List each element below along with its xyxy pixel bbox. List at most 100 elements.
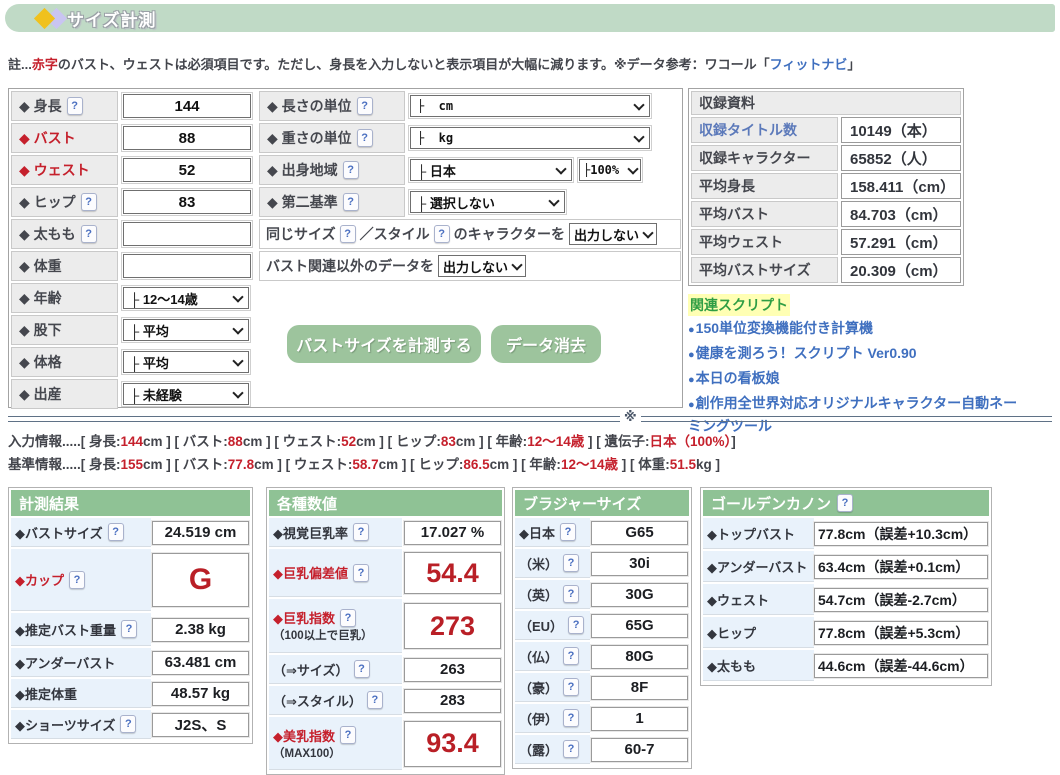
- height-help-button[interactable]: ?: [67, 97, 83, 115]
- bust-size-label: ◆バストサイズ?: [11, 518, 151, 547]
- bust-weight-help-button[interactable]: ?: [121, 620, 137, 638]
- second-standard-help-button[interactable]: ?: [343, 193, 359, 211]
- canon-underbust-label: ◆アンダーバスト: [703, 551, 814, 582]
- weight-input[interactable]: [123, 254, 251, 278]
- table-row: 平均ウェスト 57.291（cm）: [691, 229, 961, 255]
- index-help-button[interactable]: ?: [340, 609, 356, 627]
- same-size-text: 同じサイズ: [266, 224, 336, 244]
- index-style-help-button[interactable]: ?: [367, 691, 383, 709]
- measure-button[interactable]: バストサイズを計測する: [287, 325, 481, 363]
- bra-au-help-button[interactable]: ?: [563, 678, 579, 696]
- bra-uk-help-button[interactable]: ?: [563, 585, 579, 603]
- waist-row: ◆ ウェスト: [11, 155, 256, 185]
- weight-unit-row: ◆ 重さの単位? ├ kg: [259, 123, 681, 153]
- table-row: 平均身長 158.411（cm）: [691, 173, 961, 199]
- table-row: ◆アンダーバスト 63.4cm（誤差+0.1cm）: [703, 551, 989, 582]
- bra-it-help-button[interactable]: ?: [563, 709, 579, 727]
- avg-height-label: 平均身長: [691, 173, 838, 199]
- weight-unit-select[interactable]: ├ kg: [410, 127, 650, 149]
- bust-size-help-button[interactable]: ?: [108, 523, 124, 541]
- childbirth-select[interactable]: ├ 未経験: [123, 383, 249, 405]
- bust-input[interactable]: [123, 126, 251, 150]
- length-unit-help-button[interactable]: ?: [357, 97, 373, 115]
- weight-row: ◆ 体重: [11, 251, 256, 281]
- clear-button[interactable]: データ消去: [491, 325, 601, 363]
- related-link-naming-tool[interactable]: ●創作用全世界対応オリジナルキャラクター自動ネーミングツール: [688, 393, 1018, 437]
- thigh-help-button[interactable]: ?: [81, 225, 97, 243]
- canon-help-button[interactable]: ?: [837, 494, 853, 512]
- table-row: （露）? 60-7: [515, 735, 689, 764]
- thigh-row: ◆ 太もも?: [11, 219, 256, 249]
- bra-us-label: （米）?: [515, 549, 590, 578]
- same-size-help-button[interactable]: ?: [340, 225, 356, 243]
- bra-au-value: 8F: [591, 676, 688, 700]
- second-standard-row: ◆ 第二基準? ├ 選択しない: [259, 187, 681, 217]
- button-area: バストサイズを計測する データ消去: [259, 325, 681, 363]
- table-row: ◆バストサイズ? 24.519 cm: [11, 518, 250, 547]
- beauty-index-help-button[interactable]: ?: [340, 726, 356, 744]
- hip-label: ◆ ヒップ?: [11, 187, 118, 217]
- region-percent-select[interactable]: ├100%: [579, 159, 641, 181]
- age-select[interactable]: ├ 12〜14歳: [123, 287, 249, 309]
- inseam-label: ◆ 股下: [11, 315, 118, 345]
- inseam-row: ◆ 股下 ├ 平均: [11, 315, 256, 345]
- bra-jp-help-button[interactable]: ?: [560, 523, 576, 541]
- bra-au-label: （豪）?: [515, 673, 590, 702]
- inseam-select[interactable]: ├ 平均: [123, 319, 249, 341]
- index-size-help-button[interactable]: ?: [354, 660, 370, 678]
- avg-height-value: 158.411（cm）: [841, 173, 961, 199]
- bra-eu-label: （EU）?: [515, 611, 590, 640]
- section-divider: ※: [8, 416, 1052, 422]
- cup-help-button[interactable]: ?: [69, 571, 85, 589]
- build-select[interactable]: ├ 平均: [123, 351, 249, 373]
- length-unit-select[interactable]: ├ cm: [410, 95, 650, 117]
- related-link-calculator[interactable]: ●150単位変換機能付き計算機: [688, 318, 1018, 341]
- chevron-down-icon: [642, 227, 653, 238]
- hip-input[interactable]: [123, 190, 251, 214]
- table-row: ◆日本? G65: [515, 518, 689, 547]
- region-select[interactable]: ├ 日本: [410, 159, 572, 181]
- chevron-down-icon: [232, 387, 243, 398]
- visual-rate-help-button[interactable]: ?: [353, 523, 369, 541]
- height-input[interactable]: [123, 94, 251, 118]
- table-row: （伊）? 1: [515, 704, 689, 733]
- non-bust-output-select[interactable]: 出力しない: [438, 255, 526, 277]
- visual-rate-label: ◆視覚巨乳率?: [269, 518, 402, 547]
- length-unit-label: ◆ 長さの単位?: [259, 91, 405, 121]
- weight-label: ◆ 体重: [11, 251, 118, 281]
- canon-waist-label: ◆ウェスト: [703, 584, 814, 615]
- table-row: ◆アンダーバスト 63.481 cm: [11, 648, 250, 677]
- bra-us-help-button[interactable]: ?: [563, 554, 579, 572]
- form-left-column: ◆ 身長? ◆ バスト ◆ ウェスト ◆ ヒップ? ◆ 太もも? ◆ 体重: [11, 91, 256, 411]
- same-style-text: ／スタイル: [360, 224, 430, 244]
- index-style-value: 283: [404, 689, 501, 713]
- shorts-size-help-button[interactable]: ?: [120, 715, 136, 733]
- table-row: （英）? 30G: [515, 580, 689, 609]
- waist-input[interactable]: [123, 158, 251, 182]
- archive-titles-label[interactable]: 収録タイトル数: [691, 117, 838, 143]
- table-row: （仏）? 80G: [515, 642, 689, 671]
- deviation-help-button[interactable]: ?: [353, 564, 369, 582]
- bra-eu-help-button[interactable]: ?: [568, 616, 584, 634]
- bra-fr-help-button[interactable]: ?: [563, 647, 579, 665]
- canon-hip-value: 77.8cm（誤差+5.3cm）: [814, 621, 988, 645]
- table-row: ◆ウェスト 54.7cm（誤差-2.7cm）: [703, 584, 989, 615]
- related-link-kanbanmusume[interactable]: ●本日の看板娘: [688, 368, 1018, 391]
- index-label: ◆巨乳指数?（100以上で巨乳）: [269, 599, 402, 653]
- related-link-health[interactable]: ●健康を測ろう！スクリプト Ver0.90: [688, 343, 1018, 366]
- second-standard-select[interactable]: ├ 選択しない: [410, 191, 565, 213]
- same-output-select[interactable]: 出力しない: [569, 223, 657, 245]
- same-style-help-button[interactable]: ?: [434, 225, 450, 243]
- table-row: ◆推定体重 48.57 kg: [11, 679, 250, 708]
- weight-unit-help-button[interactable]: ?: [357, 129, 373, 147]
- divider-mark: ※: [620, 409, 641, 425]
- chevron-down-icon: [548, 195, 559, 206]
- table-row: （⇒サイズ）? 263: [269, 655, 502, 684]
- thigh-input[interactable]: [123, 222, 251, 246]
- hip-help-button[interactable]: ?: [81, 193, 97, 211]
- table-row: ◆巨乳偏差値? 54.4: [269, 549, 502, 597]
- table-row: ◆トップバスト 77.8cm（誤差+10.3cm）: [703, 518, 989, 549]
- bra-ru-help-button[interactable]: ?: [563, 740, 579, 758]
- build-row: ◆ 体格 ├ 平均: [11, 347, 256, 377]
- region-help-button[interactable]: ?: [343, 161, 359, 179]
